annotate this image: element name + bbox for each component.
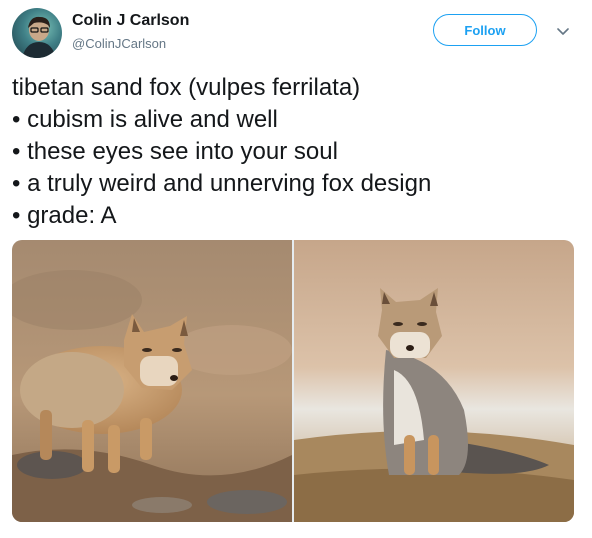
author-handle[interactable]: @ColinJCarlson	[72, 36, 166, 51]
tweet-text-line: • these eyes see into your soul	[12, 138, 338, 165]
tweet-text: tibetan sand fox (vulpes ferrilata) • cu…	[12, 72, 572, 232]
fox-photo-right[interactable]	[294, 240, 574, 522]
tweet-text-line: • a truly weird and unnerving fox design	[12, 170, 432, 197]
tweet-text-line: tibetan sand fox (vulpes ferrilata)	[12, 74, 361, 101]
tweet-text-line: • cubism is alive and well	[12, 106, 278, 133]
tweet-card: Colin J Carlson @ColinJCarlson Follow ti…	[0, 0, 592, 538]
tweet-text-line: • grade: A	[12, 202, 117, 229]
author-name[interactable]: Colin J Carlson	[72, 12, 189, 30]
follow-button[interactable]: Follow	[433, 14, 537, 46]
fox-photo-left[interactable]	[12, 240, 292, 522]
media-grid	[12, 240, 574, 522]
chevron-down-icon[interactable]	[555, 24, 571, 40]
avatar[interactable]	[12, 8, 62, 58]
